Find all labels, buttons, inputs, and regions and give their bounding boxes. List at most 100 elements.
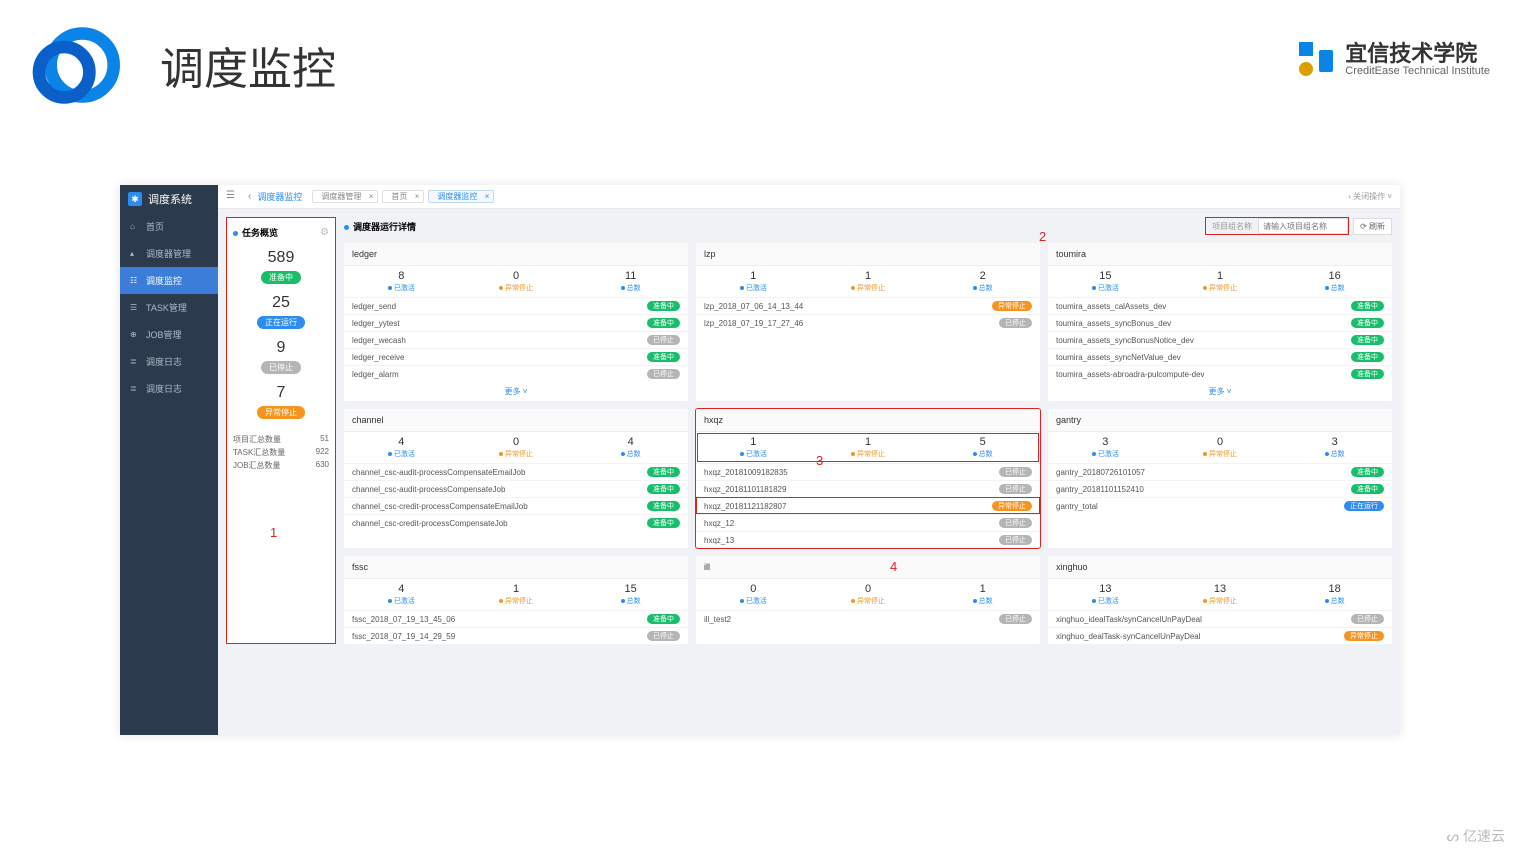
job-row[interactable]: lzp_2018_07_19_17_27_46已停止 — [696, 314, 1040, 331]
job-row[interactable]: hxqz_20181121182807异常停止 — [696, 497, 1040, 514]
stat-label: 项目汇总数量 — [233, 434, 281, 445]
nav-item-3[interactable]: ☰TASK管理 — [120, 294, 218, 321]
nav-item-6[interactable]: ≣调度日志 — [120, 375, 218, 402]
job-name: fssc_2018_07_19_13_45_06 — [352, 615, 455, 624]
card-title[interactable]: gantry — [1048, 409, 1392, 432]
card-title[interactable]: hxqz — [696, 409, 1040, 432]
job-row[interactable]: gantry_total正在运行 — [1048, 497, 1392, 514]
card-stats: 1已激活 1异常停止 2总数 — [696, 266, 1040, 297]
job-row[interactable]: lzp_2018_07_06_14_13_44异常停止 — [696, 297, 1040, 314]
corp-name: 宜信技术学院 — [1345, 43, 1490, 65]
menu-toggle-icon[interactable]: ☰ — [226, 190, 240, 204]
job-row[interactable]: hxqz_20181101181829已停止 — [696, 480, 1040, 497]
job-status-tag: 准备中 — [1351, 369, 1384, 379]
job-status-tag: 准备中 — [647, 484, 680, 494]
job-name: fssc_2018_07_19_14_29_59 — [352, 632, 455, 641]
job-row[interactable]: ledger_yytest准备中 — [344, 314, 688, 331]
job-status-tag: 准备中 — [1351, 467, 1384, 477]
breadcrumb[interactable]: 调度器监控 — [257, 190, 302, 203]
job-status-tag: 准备中 — [647, 318, 680, 328]
job-status-tag: 已停止 — [999, 518, 1032, 528]
annotation-2: 2 — [1039, 229, 1046, 244]
nav-item-4[interactable]: ⊕JOB管理 — [120, 321, 218, 348]
nav-icon: ≣ — [130, 357, 140, 366]
job-status-tag: 已停止 — [999, 614, 1032, 624]
job-row[interactable]: toumira_assets_syncNetValue_dev准备中 — [1048, 348, 1392, 365]
job-row[interactable]: hxqz_13已停止 — [696, 531, 1040, 548]
tab[interactable]: 调度器管理 — [312, 190, 378, 203]
job-status-tag: 准备中 — [647, 501, 680, 511]
topbar: ☰ ‹ 调度器监控 调度器管理首页调度器监控 › 关闭操作 ˅ — [218, 185, 1400, 209]
tab[interactable]: 调度器监控 — [428, 190, 494, 203]
nav-label: TASK管理 — [146, 301, 187, 314]
job-row[interactable]: fssc_2018_07_19_13_45_06 准备中 — [344, 610, 688, 627]
job-row[interactable]: channel_csc-credit-processCompensateEmai… — [344, 497, 688, 514]
job-row[interactable]: xinghuo_dealTask-synCancelUnPayDeal异常停止 — [1048, 627, 1392, 644]
corp-sub: CreditEase Technical Institute — [1345, 65, 1490, 77]
job-name: toumira_assets-abroadra-pulcompute-dev — [1056, 370, 1205, 379]
job-row[interactable]: channel_csc-audit-processCompensateEmail… — [344, 463, 688, 480]
job-row[interactable]: toumira_assets-abroadra-pulcompute-dev 准备… — [1048, 365, 1392, 382]
project-card: hxqz 1已激活 1异常停止 5总数 hxqz_20181009182835已… — [696, 409, 1040, 548]
job-row[interactable]: gantry_20181101152410准备中 — [1048, 480, 1392, 497]
corp-logo: 宜信技术学院 CreditEase Technical Institute — [1297, 40, 1490, 80]
job-status-tag: 已停止 — [999, 318, 1032, 328]
card-stats: 0已激活 0异常停止 1总数 — [696, 579, 1040, 610]
job-row[interactable]: toumira_assets_syncBonus_dev准备中 — [1048, 314, 1392, 331]
gear-icon[interactable]: ⚙ — [320, 227, 329, 238]
more-link[interactable]: 更多 ˅ — [1048, 382, 1392, 401]
job-row[interactable]: xinghuo_idealTask/synCancelUnPayDeal已停止 — [1048, 610, 1392, 627]
job-row[interactable]: toumira_assets_syncBonusNotice_dev准备中 — [1048, 331, 1392, 348]
nav-item-1[interactable]: ▴调度器管理 — [120, 240, 218, 267]
nav-icon: ▴ — [130, 249, 140, 258]
card-title[interactable]: xinghuo — [1048, 556, 1392, 579]
job-status-tag: 准备中 — [1351, 335, 1384, 345]
job-status-tag: 准备中 — [647, 467, 680, 477]
card-stats: 13已激活 13异常停止 18总数 — [1048, 579, 1392, 610]
annotation-3: 3 — [816, 453, 823, 468]
job-row[interactable]: ledger_wecash已停止 — [344, 331, 688, 348]
job-name: channel_csc-credit-processCompensateJob — [352, 519, 508, 528]
task-overview-panel: 任务概览 ⚙ 589 准备中25 正在运行9 已停止7 异常停止 项目汇总数量5… — [226, 217, 336, 644]
job-row[interactable]: channel_csc-audit-processCompensateJob准备… — [344, 480, 688, 497]
job-row[interactable]: fssc_2018_07_19_14_29_59已停止 — [344, 627, 688, 644]
job-row[interactable]: ledger_alarm已停止 — [344, 365, 688, 382]
job-row[interactable]: gantry_20180726101057准备中 — [1048, 463, 1392, 480]
nav-item-2[interactable]: ☷调度监控 — [120, 267, 218, 294]
nav-label: 调度日志 — [146, 382, 182, 395]
job-row[interactable]: channel_csc-credit-processCompensateJob准… — [344, 514, 688, 531]
job-name: ledger_wecash — [352, 336, 406, 345]
job-row[interactable]: ledger_receive准备中 — [344, 348, 688, 365]
nav-list: ⌂首页▴调度器管理☷调度监控☰TASK管理⊕JOB管理≣调度日志≣调度日志 — [120, 213, 218, 402]
stat-value: 630 — [316, 460, 329, 471]
job-status-tag: 异常停止 — [992, 501, 1032, 511]
search-input[interactable] — [1258, 218, 1348, 234]
card-title[interactable]: fssc — [344, 556, 688, 579]
job-row[interactable]: hxqz_20181009182835已停止 — [696, 463, 1040, 480]
job-name: channel_csc-audit-processCompensateEmail… — [352, 468, 525, 477]
refresh-button[interactable]: ⟳ 刷新 — [1353, 218, 1392, 235]
nav-item-5[interactable]: ≣调度日志 — [120, 348, 218, 375]
card-title[interactable]: ledger — [344, 243, 688, 266]
card-title[interactable]: toumira — [1048, 243, 1392, 266]
job-status-tag: 准备中 — [647, 614, 680, 624]
job-row[interactable]: hxqz_12已停止 — [696, 514, 1040, 531]
overview-totals: 项目汇总数量51TASK汇总数量922JOB汇总数量630 — [233, 429, 329, 472]
close-ops-dropdown[interactable]: › 关闭操作 ˅ — [1348, 191, 1392, 202]
job-row[interactable]: toumira_assets_calAssets_dev准备中 — [1048, 297, 1392, 314]
job-row[interactable]: ledger_send准备中 — [344, 297, 688, 314]
job-status-tag: 已停止 — [1351, 614, 1384, 624]
nav-item-0[interactable]: ⌂首页 — [120, 213, 218, 240]
back-icon[interactable]: ‹ — [248, 191, 251, 202]
card-title[interactable]: lzp — [696, 243, 1040, 266]
card-stats: 15已激活 1异常停止 16总数 — [1048, 266, 1392, 297]
more-link[interactable]: 更多 ˅ — [344, 382, 688, 401]
card-title[interactable]: ill — [696, 556, 1040, 579]
job-name: hxqz_13 — [704, 536, 734, 545]
card-title[interactable]: channel — [344, 409, 688, 432]
overview-count: 9 — [233, 339, 329, 357]
search-label: 项目组名称 — [1206, 219, 1258, 234]
tab[interactable]: 首页 — [382, 190, 424, 203]
job-name: hxqz_20181101181829 — [704, 485, 786, 494]
job-row[interactable]: ill_test2已停止 — [696, 610, 1040, 627]
